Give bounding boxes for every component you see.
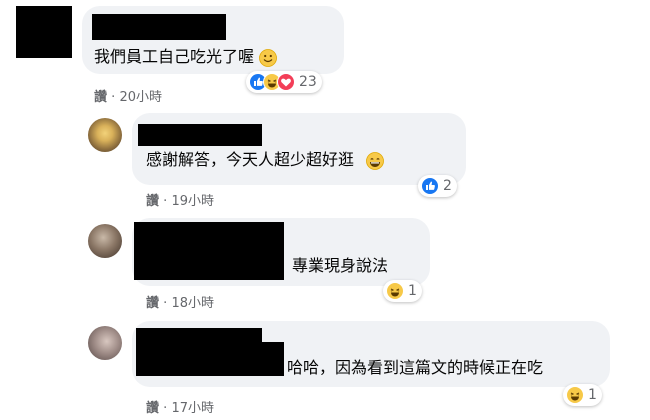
timestamp[interactable]: 19小時 [171, 194, 214, 209]
comment-actions: 讚 · 19小時 [146, 190, 214, 209]
reaction-summary[interactable]: 1 [383, 280, 422, 302]
comment-actions: 讚 · 18小時 [146, 292, 214, 311]
comment-text: 專業現身說法 [292, 256, 388, 276]
timestamp[interactable]: 20小時 [119, 90, 162, 105]
redacted-author-name [136, 328, 262, 342]
separator: · [163, 296, 168, 311]
avatar[interactable] [88, 118, 122, 152]
redacted-text [136, 342, 284, 376]
like-link[interactable]: 讚 [146, 194, 159, 209]
comment-text-content: 感謝解答，今天人超少超好逛 [146, 150, 355, 169]
comment-text: 我們員工自己吃光了喔 [94, 47, 278, 67]
like-icon [421, 177, 439, 195]
comment-text-content: 專業現身說法 [292, 256, 389, 275]
reaction-count: 23 [299, 74, 317, 90]
timestamp[interactable]: 17小時 [171, 401, 214, 416]
like-link[interactable]: 讚 [146, 296, 159, 311]
redacted-author-name [134, 222, 284, 280]
like-link[interactable]: 讚 [94, 90, 107, 105]
comment-actions: 讚 · 17小時 [146, 397, 214, 416]
redacted-author-name [92, 14, 226, 40]
separator: · [163, 194, 168, 209]
comment-text: 哈哈，因為看到這篇文的時候正在吃 [287, 358, 543, 378]
comment-text-content: 我們員工自己吃光了喔 [94, 47, 255, 66]
reaction-summary[interactable]: 2 [418, 175, 457, 197]
haha-icon [566, 386, 584, 404]
reaction-count: 1 [408, 283, 417, 299]
separator: · [163, 401, 168, 416]
like-link[interactable]: 讚 [146, 401, 159, 416]
reaction-count: 2 [443, 178, 452, 194]
smile-emoji-icon [259, 48, 278, 67]
avatar[interactable] [88, 326, 122, 360]
comment-text-content: 哈哈，因為看到這篇文的時候正在吃 [287, 358, 544, 377]
timestamp[interactable]: 18小時 [171, 296, 214, 311]
reaction-summary[interactable]: 1 [563, 384, 602, 406]
avatar[interactable] [88, 224, 122, 258]
haha-icon [386, 282, 404, 300]
love-icon [277, 73, 295, 91]
redacted-avatar [16, 6, 72, 58]
comment-actions: 讚 · 20小時 [94, 86, 162, 105]
redacted-author-name [138, 124, 262, 146]
grin-emoji-icon [366, 151, 385, 170]
reaction-count: 1 [588, 387, 597, 403]
reaction-summary[interactable]: 23 [246, 71, 322, 93]
comment-text: 感謝解答，今天人超少超好逛 [146, 150, 385, 170]
separator: · [111, 90, 116, 105]
